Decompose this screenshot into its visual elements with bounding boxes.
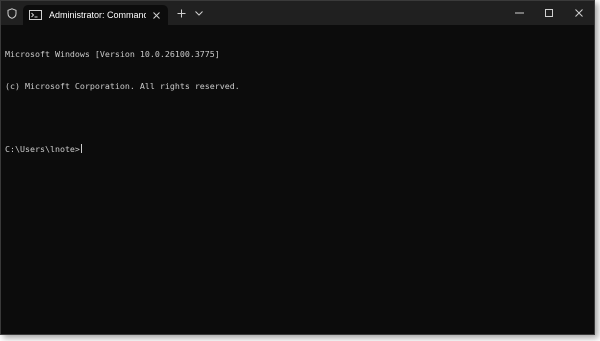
minimize-button[interactable] (504, 1, 534, 25)
minimize-icon (514, 12, 524, 14)
maximize-button[interactable] (534, 1, 564, 25)
tab-command-prompt[interactable]: Administrator: Command Pro (23, 5, 168, 25)
console-line: Microsoft Windows [Version 10.0.26100.37… (5, 49, 220, 59)
close-icon (575, 9, 583, 17)
close-tab-icon[interactable] (150, 9, 162, 21)
prompt-text: C:\Users\lnote> (5, 143, 80, 154)
cmd-icon (29, 10, 43, 21)
console-output[interactable]: Microsoft Windows [Version 10.0.26100.37… (5, 28, 590, 330)
console-line: (c) Microsoft Corporation. All rights re… (5, 80, 240, 91)
title-bar[interactable]: Administrator: Command Pro (1, 1, 594, 25)
tab-title: Administrator: Command Pro (49, 10, 146, 20)
tab-dropdown-button[interactable] (190, 1, 208, 25)
text-cursor (80, 143, 82, 153)
command-prompt-line[interactable]: C:\Users\lnote> (5, 143, 590, 155)
close-button[interactable] (564, 1, 594, 25)
chevron-down-icon (195, 10, 203, 16)
plus-icon (177, 9, 185, 17)
shield-icon (1, 1, 23, 25)
terminal-window: Administrator: Command Pro (0, 0, 595, 335)
new-tab-button[interactable] (172, 1, 190, 25)
maximize-icon (545, 9, 553, 17)
